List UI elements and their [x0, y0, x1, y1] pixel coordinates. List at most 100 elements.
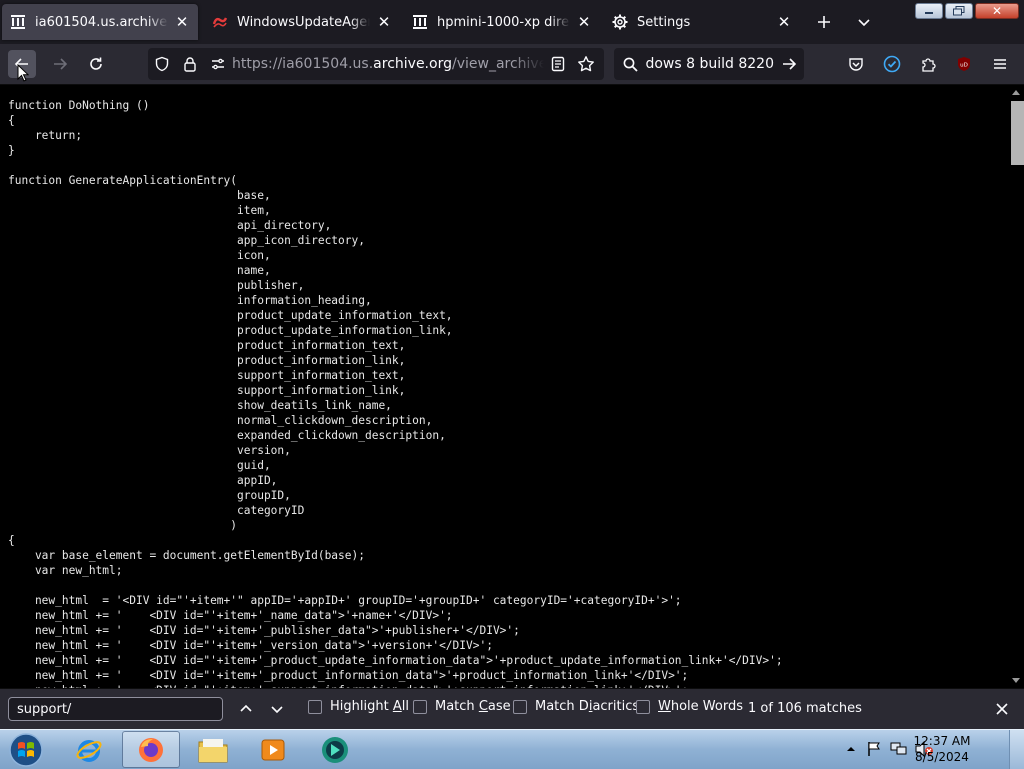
close-tab-icon[interactable]: ✕: [174, 13, 190, 31]
lock-icon[interactable]: [176, 48, 204, 80]
taskbar-internet-explorer[interactable]: [60, 731, 118, 768]
app-menu-button[interactable]: [986, 50, 1014, 78]
match-count: 1 of 106 matches: [748, 701, 862, 716]
clock-time: 12:37 AM: [913, 734, 971, 748]
restore-icon: [953, 6, 965, 16]
page-content[interactable]: function DoNothing () { return; } functi…: [0, 85, 1024, 688]
close-icon: [996, 703, 1008, 715]
close-icon: ✕: [991, 4, 1003, 18]
close-find-bar-button[interactable]: [990, 697, 1014, 721]
reader-view-icon[interactable]: [544, 48, 572, 80]
vertical-scrollbar[interactable]: [1007, 85, 1024, 688]
permissions-icon[interactable]: [204, 48, 232, 80]
tab-settings[interactable]: Settings ✕: [604, 0, 800, 44]
tab-archive-view[interactable]: ia601504.us.archive.org/vie ✕: [2, 4, 198, 40]
archive-icon: [10, 14, 26, 30]
whole-words-label: Whole Words: [658, 699, 743, 714]
whole-words-checkbox[interactable]: Whole Words: [636, 699, 743, 714]
reload-button[interactable]: [82, 50, 110, 78]
blue-check-circle-icon: [883, 55, 901, 73]
ublock-shield-icon: uD: [958, 57, 970, 71]
match-diacritics-label: Match Diacritics: [535, 699, 640, 714]
show-hidden-icons-icon[interactable]: [846, 744, 856, 754]
navigation-toolbar: https://ia601504.us.archive.org/view_arc…: [0, 44, 1024, 85]
find-bar: Highlight All Match Case Match Diacritic…: [0, 688, 1024, 730]
tab-title: hpmini-1000-xp directory l: [437, 14, 570, 30]
chevron-down-icon: [271, 706, 283, 714]
find-previous-button[interactable]: [233, 697, 259, 721]
find-input[interactable]: [8, 697, 223, 721]
new-tab-button[interactable]: [812, 10, 836, 34]
puzzle-icon: [922, 58, 936, 72]
pocket-button[interactable]: [842, 50, 870, 78]
checkbox-box[interactable]: [413, 699, 427, 714]
forward-arrow-icon: [54, 58, 68, 70]
start-button[interactable]: [6, 731, 46, 769]
find-next-button[interactable]: [264, 697, 290, 721]
restore-button[interactable]: [945, 3, 973, 19]
tab-title: ia601504.us.archive.org/vie: [35, 14, 168, 30]
search-go-arrow-icon[interactable]: [774, 57, 804, 71]
action-center-flag-icon[interactable]: [866, 741, 882, 757]
window-controls: ✕: [915, 3, 1019, 20]
svg-text:uD: uD: [960, 63, 968, 69]
taskbar-file-explorer[interactable]: [184, 731, 242, 768]
search-input[interactable]: [646, 56, 774, 72]
network-icon[interactable]: [890, 741, 908, 757]
match-diacritics-checkbox[interactable]: Match Diacritics: [513, 699, 639, 714]
chevron-down-icon: [858, 19, 870, 27]
shield-icon[interactable]: [148, 48, 176, 80]
bookmark-star-icon[interactable]: [572, 48, 600, 80]
tab-strip: ia601504.us.archive.org/vie ✕ WindowsUpd…: [0, 0, 1024, 44]
highlight-all-checkbox[interactable]: Highlight All: [308, 699, 409, 714]
reload-icon: [90, 57, 102, 70]
red-swirl-icon: [212, 14, 228, 30]
scroll-up-arrow-icon[interactable]: [1012, 90, 1020, 95]
scroll-down-arrow-icon[interactable]: [1012, 678, 1020, 683]
firefox-icon: [139, 737, 163, 762]
close-window-button[interactable]: ✕: [975, 3, 1019, 19]
close-tab-icon[interactable]: ✕: [776, 13, 792, 31]
tab-title: WindowsUpdateAgent-7.6: [237, 14, 370, 30]
gear-icon: [612, 14, 628, 30]
address-bar[interactable]: https://ia601504.us.archive.org/view_arc…: [148, 48, 604, 80]
checkbox-box[interactable]: [636, 699, 650, 714]
taskbar-media-player[interactable]: [244, 731, 302, 768]
pocket-icon: [849, 58, 863, 71]
mouse-cursor-icon: [17, 64, 29, 82]
list-all-tabs-button[interactable]: [852, 10, 876, 34]
sync-check-button[interactable]: [878, 50, 906, 78]
plus-icon: [818, 16, 830, 28]
ublock-origin-button[interactable]: uD: [950, 50, 978, 78]
minimize-icon: [925, 12, 933, 14]
source-code-text: function DoNothing () { return; } functi…: [8, 99, 783, 688]
hamburger-menu-icon: [994, 59, 1006, 69]
tab-hpmini-directory[interactable]: hpmini-1000-xp directory l ✕: [404, 0, 600, 44]
archive-icon: [412, 14, 428, 30]
windows-taskbar: 12:37 AM 8/5/2024: [0, 729, 1024, 769]
search-bar[interactable]: [614, 48, 804, 80]
checkbox-box[interactable]: [513, 699, 527, 714]
search-icon: [614, 57, 646, 72]
close-tab-icon[interactable]: ✕: [576, 13, 592, 31]
windows-start-orb-icon: [9, 733, 43, 767]
scrollbar-thumb[interactable]: [1011, 101, 1024, 165]
folder-icon: [198, 738, 228, 762]
taskbar-app-circle[interactable]: [306, 731, 364, 768]
taskbar-firefox[interactable]: [122, 731, 180, 768]
tab-title: Settings: [637, 14, 691, 30]
minimize-button[interactable]: [915, 3, 943, 19]
highlight-all-label: Highlight All: [330, 699, 409, 714]
forward-button[interactable]: [46, 50, 74, 78]
tab-windows-update-agent[interactable]: WindowsUpdateAgent-7.6 ✕: [204, 0, 400, 44]
match-case-label: Match Case: [435, 699, 511, 714]
close-tab-icon[interactable]: ✕: [376, 13, 392, 31]
url-text[interactable]: https://ia601504.us.archive.org/view_arc…: [232, 56, 544, 72]
show-desktop-button[interactable]: [1009, 730, 1024, 769]
match-case-checkbox[interactable]: Match Case: [413, 699, 511, 714]
system-clock[interactable]: 12:37 AM 8/5/2024: [912, 733, 972, 765]
checkbox-box[interactable]: [308, 699, 322, 714]
green-circle-app-icon: [322, 736, 348, 763]
extensions-button[interactable]: [914, 50, 942, 78]
internet-explorer-icon: [76, 739, 102, 762]
